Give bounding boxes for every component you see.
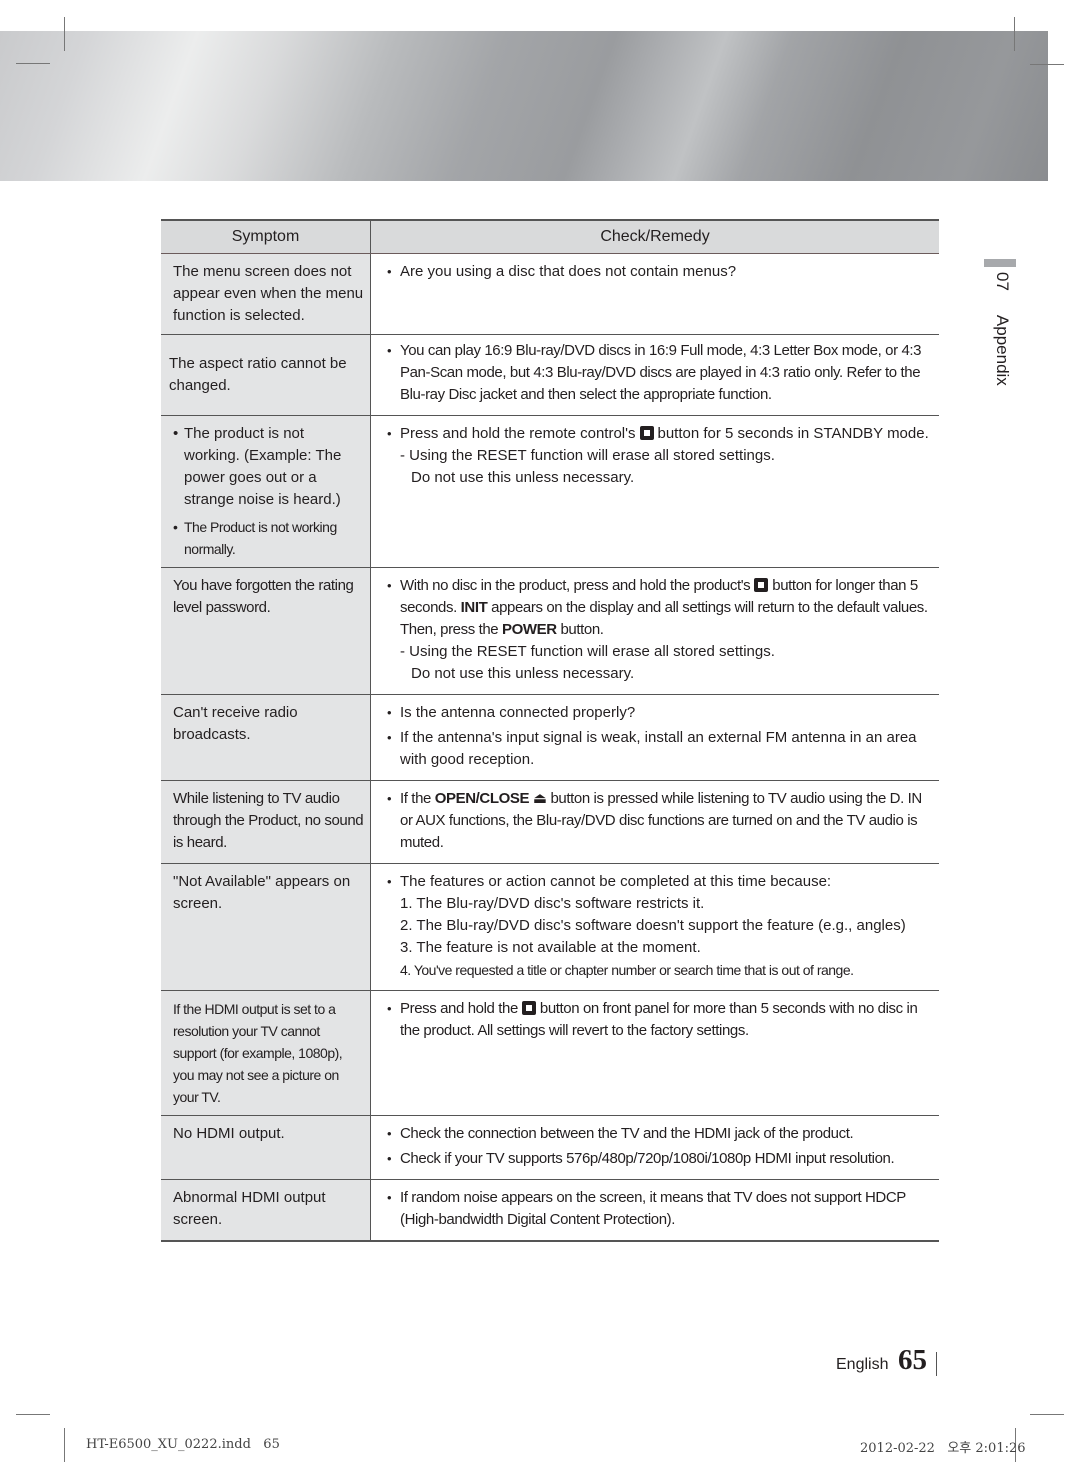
slug-filename: HT-E6500_XU_0222.indd 65	[86, 1437, 280, 1452]
bullet-icon: •	[387, 264, 392, 279]
column-header-remedy: Check/Remedy	[370, 219, 939, 254]
bullet-icon: •	[387, 705, 392, 720]
remedy-cell: • If the OPEN/CLOSE ⏏ button is pressed w…	[370, 780, 939, 864]
header-banner	[0, 31, 1048, 181]
footer-divider	[936, 1352, 937, 1376]
remedy-item: • Press and hold the remote control's butt…	[387, 423, 933, 445]
symptom-cell: The aspect ratio cannot be changed.	[161, 334, 371, 416]
symptom-cell: The menu screen does not appear even whe…	[161, 253, 371, 335]
remedy-cell: • With no disc in the product, press and …	[370, 567, 939, 695]
bullet-icon: •	[387, 1001, 392, 1016]
bullet-icon: •	[173, 425, 179, 442]
stop-button-icon	[639, 426, 654, 440]
init-label: INIT	[460, 599, 488, 616]
chapter-tab-marker	[984, 259, 1016, 267]
remedy-item: • If the antenna's input signal is weak, …	[387, 727, 933, 771]
remedy-item: • If the OPEN/CLOSE ⏏ button is pressed w…	[387, 788, 933, 854]
table-header-row: Symptom Check/Remedy	[161, 219, 939, 254]
remedy-item: • Is the antenna connected properly?	[387, 702, 933, 724]
remedy-note: - Using the RESET function will erase al…	[400, 447, 775, 464]
bullet-icon: •	[387, 426, 392, 441]
table-row: • The product is not working. (Example: T…	[161, 415, 939, 568]
table-row: You have forgotten the rating level pass…	[161, 567, 939, 695]
crop-mark	[1030, 1414, 1064, 1415]
remedy-cell: • Is the antenna connected properly? • If …	[370, 694, 939, 781]
remedy-cell: • You can play 16:9 Blu-ray/DVD discs in …	[370, 334, 939, 416]
bullet-icon: •	[387, 730, 392, 745]
remedy-cell: • Are you using a disc that does not cont…	[370, 253, 939, 335]
remedy-cell: • Press and hold the remote control's butt…	[370, 415, 939, 568]
bullet-icon: •	[387, 1151, 392, 1166]
remedy-item: • If random noise appears on the screen, …	[387, 1187, 933, 1231]
symptom-cell: No HDMI output.	[161, 1115, 371, 1180]
column-header-symptom: Symptom	[161, 219, 371, 254]
stop-button-icon	[521, 1001, 536, 1015]
troubleshooting-table: Symptom Check/Remedy The menu screen doe…	[161, 219, 939, 1242]
stop-button-icon	[754, 578, 769, 592]
table-row: "Not Available" appears on screen. • The …	[161, 863, 939, 991]
crop-mark	[64, 17, 65, 51]
bullet-icon: •	[387, 1190, 392, 1205]
table-row: If the HDMI output is set to a resolutio…	[161, 990, 939, 1116]
bullet-icon: •	[387, 578, 392, 593]
remedy-item: • Check if your TV supports 576p/480p/720…	[387, 1148, 933, 1170]
symptom-cell: You have forgotten the rating level pass…	[161, 567, 371, 695]
remedy-item: • With no disc in the product, press and …	[387, 575, 933, 641]
remedy-note: Do not use this unless necessary.	[411, 665, 635, 682]
remedy-item: • Check the connection between the TV and…	[387, 1123, 933, 1145]
open-close-label: OPEN/CLOSE	[434, 790, 530, 807]
symptom-cell: While listening to TV audio through the …	[161, 780, 371, 864]
bullet-icon: •	[173, 519, 178, 535]
crop-mark	[1030, 64, 1064, 65]
reason-item: 4. You've requested a title or chapter n…	[400, 962, 854, 978]
remedy-item: • The features or action cannot be comple…	[387, 871, 933, 893]
reason-item: 2. The Blu-ray/DVD disc's software doesn…	[400, 917, 906, 934]
chapter-number: 07	[993, 272, 1012, 291]
remedy-cell: • If random noise appears on the screen, …	[370, 1179, 939, 1242]
remedy-item: • Press and hold the button on front panel…	[387, 998, 933, 1042]
remedy-cell: • The features or action cannot be comple…	[370, 863, 939, 991]
symptom-cell: If the HDMI output is set to a resolutio…	[161, 990, 371, 1116]
footer-language: English	[836, 1356, 889, 1373]
remedy-note: Do not use this unless necessary.	[411, 469, 635, 486]
crop-mark	[16, 1414, 50, 1415]
remedy-note: - Using the RESET function will erase al…	[400, 643, 775, 660]
reason-item: 3. The feature is not available at the m…	[400, 939, 701, 956]
page-number: 65	[898, 1344, 927, 1376]
bullet-icon: •	[387, 343, 392, 358]
slug-timestamp: 2012-02-22 오후 2:01:26	[860, 1441, 1026, 1456]
symptom-cell: "Not Available" appears on screen.	[161, 863, 371, 991]
remedy-cell: • Press and hold the button on front panel…	[370, 990, 939, 1116]
power-label: POWER	[502, 621, 557, 638]
eject-icon: ⏏	[532, 790, 547, 807]
crop-mark	[64, 1428, 65, 1462]
remedy-item: • You can play 16:9 Blu-ray/DVD discs in …	[387, 340, 933, 406]
remedy-item: • Are you using a disc that does not cont…	[387, 261, 933, 283]
table-row: While listening to TV audio through the …	[161, 780, 939, 864]
reason-item: 1. The Blu-ray/DVD disc's software restr…	[400, 895, 705, 912]
bullet-icon: •	[387, 874, 392, 889]
chapter-label: 07 Appendix	[992, 272, 1012, 410]
remedy-cell: • Check the connection between the TV and…	[370, 1115, 939, 1180]
symptom-item: • The product is not working. (Example: T…	[173, 423, 364, 511]
crop-mark	[16, 63, 50, 64]
table-row: No HDMI output. • Check the connection be…	[161, 1115, 939, 1180]
crop-mark	[1014, 17, 1015, 51]
table-row: The menu screen does not appear even whe…	[161, 253, 939, 335]
chapter-title: Appendix	[993, 314, 1012, 386]
bullet-icon: •	[387, 791, 392, 806]
bullet-icon: •	[387, 1126, 392, 1141]
symptom-cell: Abnormal HDMI output screen.	[161, 1179, 371, 1242]
table-row: Can't receive radio broadcasts. • Is the …	[161, 694, 939, 781]
symptom-cell: • The product is not working. (Example: T…	[161, 415, 371, 568]
symptom-item: • The Product is not working normally.	[173, 516, 364, 560]
symptom-cell: Can't receive radio broadcasts.	[161, 694, 371, 781]
table-row: Abnormal HDMI output screen. • If random …	[161, 1179, 939, 1242]
table-row: The aspect ratio cannot be changed. • You…	[161, 334, 939, 416]
